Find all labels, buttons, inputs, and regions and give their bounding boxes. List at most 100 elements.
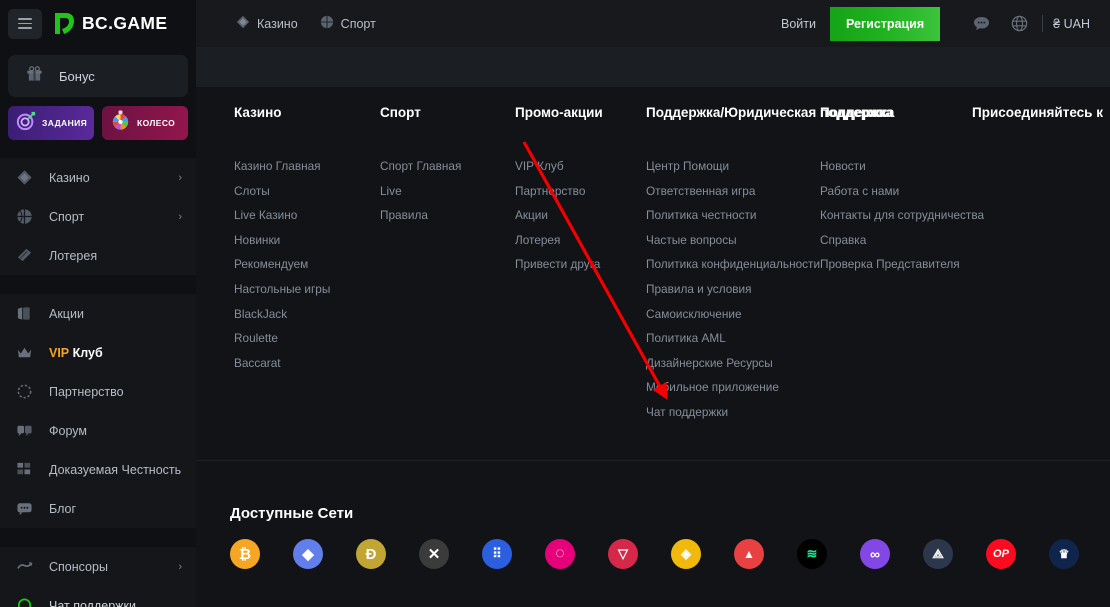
footer-link[interactable]: Roulette	[234, 326, 384, 351]
sidebar-bonus[interactable]: Бонус	[8, 55, 188, 97]
cronos-icon[interactable]: ♛	[1049, 539, 1079, 569]
footer-link[interactable]: Правила и условия	[646, 277, 826, 302]
sidebar-item-blog[interactable]: Блог	[0, 489, 196, 528]
polygon-icon[interactable]: ∞	[860, 539, 890, 569]
footer-link[interactable]: Live Казино	[234, 203, 384, 228]
globe-icon[interactable]	[1000, 5, 1038, 43]
footer-link[interactable]: Казино Главная	[234, 154, 384, 179]
ripple-xrp-icon[interactable]: ✕	[419, 539, 449, 569]
sidebar-item-sport-label: Спорт	[49, 209, 85, 224]
sidebar-item-casino[interactable]: Казино ›	[0, 158, 196, 197]
avalanche-icon[interactable]: ▲	[734, 539, 764, 569]
footer-column-header: Промо-акции	[515, 105, 603, 120]
footer-link[interactable]: Проверка Представителя	[820, 252, 1010, 277]
promo-tag-icon	[14, 304, 34, 324]
footer-link[interactable]: Партнерство	[515, 179, 645, 204]
sidebar-promo-row: ЗАДАНИЯ КОЛЕСО	[8, 106, 188, 140]
footer-link[interactable]: Политика AML	[646, 326, 826, 351]
footer-link[interactable]: Новости	[820, 154, 1010, 179]
footer-link[interactable]: Спорт Главная	[380, 154, 515, 179]
sidebar-item-casino-label: Казино	[49, 170, 90, 185]
footer-link[interactable]: Правила	[380, 203, 515, 228]
content-strip	[196, 47, 1110, 87]
brand-logo[interactable]: BC.GAME	[52, 11, 167, 36]
solana-icon[interactable]: ≋	[797, 539, 827, 569]
footer-link[interactable]: Слоты	[234, 179, 384, 204]
footer-column-header: Спорт	[380, 105, 421, 120]
footer-link[interactable]: Акции	[515, 203, 645, 228]
footer-link[interactable]: Мобильное приложение	[646, 375, 826, 400]
footer-link[interactable]: Рекомендуем	[234, 252, 384, 277]
sidebar-item-vip-club-label: VIP Клуб	[49, 346, 103, 360]
footer-column-header: Казино	[234, 105, 282, 120]
toolbar-divider	[1042, 15, 1044, 32]
footer-link[interactable]: Live	[380, 179, 515, 204]
footer-link[interactable]: BlackJack	[234, 302, 384, 327]
target-icon	[16, 111, 36, 136]
sidebar-promo-tasks[interactable]: ЗАДАНИЯ	[8, 106, 94, 140]
footer-link[interactable]: Новинки	[234, 228, 384, 253]
affiliate-circle-icon	[14, 382, 34, 402]
footer-link[interactable]: Центр Помощи	[646, 154, 826, 179]
basketball-icon	[320, 15, 334, 32]
footer-column-support: Поддержка Новости Работа с нами Контакты…	[820, 105, 1010, 277]
sidebar-item-forum[interactable]: Форум	[0, 411, 196, 450]
footer-link[interactable]: Настольные игры	[234, 277, 384, 302]
footer-link[interactable]: Работа с нами	[820, 179, 1010, 204]
top-bar: BC.GAME Казино Спорт Войти Регистрация ₴…	[0, 0, 1110, 47]
footer-link[interactable]: Частые вопросы	[646, 228, 826, 253]
footer-column-promotions: Промо-акции VIP Клуб Партнерство Акции Л…	[515, 105, 645, 277]
sidebar-item-provably-fair[interactable]: Доказуемая Честность	[0, 450, 196, 489]
sidebar: Бонус ЗАДАНИЯ КОЛЕСО Казино › Спорт › Ло…	[0, 47, 196, 607]
footer-link[interactable]: Контакты для сотрудничества	[820, 203, 1010, 228]
ethereum-icon[interactable]: ◆	[293, 539, 323, 569]
sidebar-promo-wheel[interactable]: КОЛЕСО	[102, 106, 188, 140]
footer-link[interactable]: Политика честности	[646, 203, 826, 228]
footer-link[interactable]: Политика конфиденциальности	[646, 252, 826, 277]
wheel-icon	[110, 110, 131, 136]
footer-column-header: Поддержка/Юридическая поддержка	[646, 105, 893, 120]
footer-link-list: Спорт Главная Live Правила	[380, 154, 515, 228]
footer-link[interactable]: Дизайнерские Ресурсы	[646, 351, 826, 376]
sidebar-item-support-chat[interactable]: Чат поддержки	[0, 586, 196, 607]
sidebar-item-affiliate[interactable]: Партнерство	[0, 372, 196, 411]
footer-link[interactable]: VIP Клуб	[515, 154, 645, 179]
sidebar-item-sport[interactable]: Спорт ›	[0, 197, 196, 236]
top-nav-casino[interactable]: Казино	[236, 15, 298, 32]
arbitrum-icon[interactable]: ⟁	[923, 539, 953, 569]
binance-bnb-icon[interactable]: ◈	[671, 539, 701, 569]
polkadot-icon[interactable]: ◌	[545, 539, 575, 569]
footer-link[interactable]: Ответственная игра	[646, 179, 826, 204]
top-nav-sport-label: Спорт	[340, 16, 376, 31]
sidebar-item-lottery[interactable]: Лотерея	[0, 236, 196, 275]
sidebar-item-vip-club[interactable]: VIP Клуб	[0, 333, 196, 372]
footer-column-header: Присоединяйтесь к	[972, 105, 1103, 120]
top-nav-sport[interactable]: Спорт	[320, 15, 376, 32]
footer-link[interactable]: Привести друга	[515, 252, 645, 277]
register-button[interactable]: Регистрация	[829, 6, 941, 41]
dogecoin-icon[interactable]: Ð	[356, 539, 386, 569]
optimism-icon[interactable]: OP	[986, 539, 1016, 569]
chat-bubble-icon[interactable]	[962, 5, 1000, 43]
sidebar-item-forum-label: Форум	[49, 423, 87, 438]
footer-link-list: VIP Клуб Партнерство Акции Лотерея Приве…	[515, 154, 645, 277]
sign-in-button[interactable]: Войти	[767, 9, 830, 39]
currency-selector[interactable]: ₴ UAH	[1047, 17, 1096, 31]
vip-badge-text: VIP	[49, 345, 70, 360]
footer-link[interactable]: Справка	[820, 228, 1010, 253]
bcgame-logo-icon	[52, 11, 75, 36]
networks-title: Доступные Сети	[230, 505, 354, 522]
footer-link[interactable]: Лотерея	[515, 228, 645, 253]
lottery-ticket-icon	[14, 246, 34, 266]
cardano-icon[interactable]: ⠿	[482, 539, 512, 569]
footer-link[interactable]: Чат поддержки	[646, 400, 826, 425]
sidebar-item-sponsors[interactable]: Спонсоры ›	[0, 547, 196, 586]
footer-link[interactable]: Baccarat	[234, 351, 384, 376]
sidebar-item-promotions[interactable]: Акции	[0, 294, 196, 333]
footer-link[interactable]: Самоисключение	[646, 302, 826, 327]
tron-icon[interactable]: ▽	[608, 539, 638, 569]
footer: Казино Казино Главная Слоты Live Казино …	[196, 87, 1110, 607]
hamburger-icon[interactable]	[8, 8, 42, 39]
bitcoin-icon[interactable]: ₿	[230, 539, 260, 569]
sidebar-item-lottery-label: Лотерея	[49, 248, 98, 263]
